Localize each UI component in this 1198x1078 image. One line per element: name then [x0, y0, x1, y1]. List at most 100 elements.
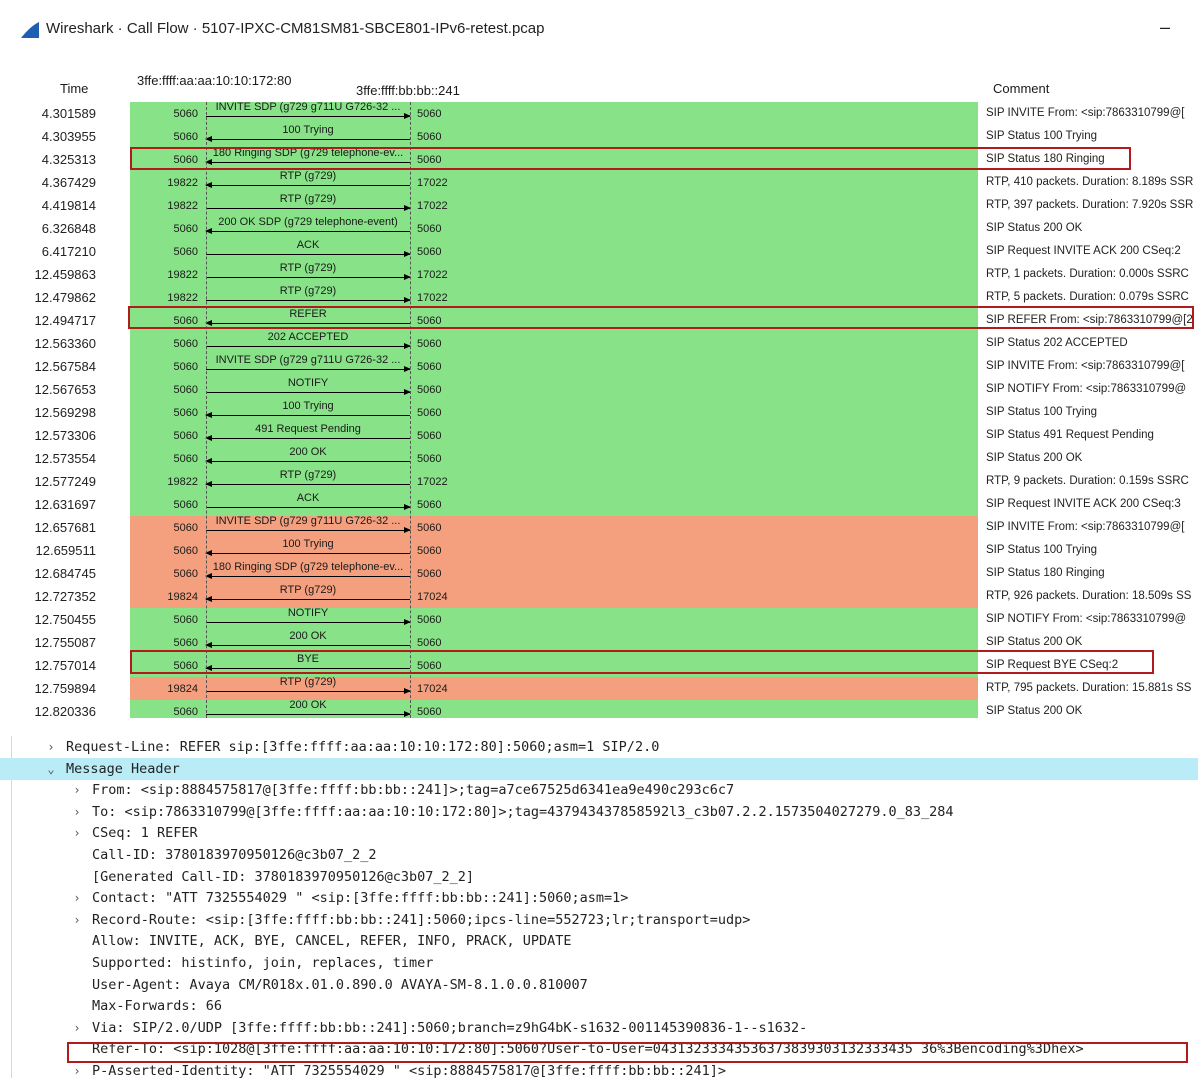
- flow-row[interactable]: 12.820336 5060 5060 200 OK SIP Status 200 OK: [0, 699, 1198, 718]
- detail-row[interactable]: Allow: INVITE, ACK, BYE, CANCEL, REFER, …: [0, 930, 1198, 952]
- message-label: RTP (g729): [279, 584, 337, 596]
- detail-row[interactable]: › To: <sip:7863310799@[3ffe:ffff:aa:aa:10…: [0, 801, 1198, 823]
- flow-row[interactable]: 12.631697 5060 5060 ACK SIP Request INVITE A…: [0, 492, 1198, 516]
- arrow-right: [206, 113, 411, 119]
- detail-row[interactable]: Call-ID: 3780183970950126@c3b07_2_2: [0, 844, 1198, 866]
- flow-header: Time 3ffe:ffff:aa:aa:10:10:172:80 3ffe:f…: [0, 62, 1198, 102]
- flow-row[interactable]: 12.684745 5060 5060 180 Ringing SDP (g729 t…: [0, 561, 1198, 585]
- flow-row[interactable]: 12.459863 19822 17022 RTP (g729) RTP, 1 pack…: [0, 262, 1198, 286]
- arrow-right: [206, 688, 411, 694]
- arrow-right: [206, 711, 411, 717]
- message-label: 100 Trying: [282, 124, 334, 136]
- flow-row[interactable]: 12.577249 19822 17022 RTP (g729) RTP, 9 pack…: [0, 469, 1198, 493]
- message-label: NOTIFY: [287, 607, 329, 619]
- flow-comment: RTP, 5 packets. Duration: 0.079s SSRC: [986, 291, 1189, 303]
- port-node-a: 5060: [173, 131, 198, 143]
- detail-row[interactable]: User-Agent: Avaya CM/R018x.01.0.890.0 AV…: [0, 974, 1198, 996]
- packet-details-pane[interactable]: › Request-Line: REFER sip:[3ffe:ffff:aa:a…: [0, 736, 1198, 1078]
- flow-comment: SIP Status 202 ACCEPTED: [986, 337, 1128, 349]
- port-node-b: 17022: [417, 177, 448, 189]
- port-node-b: 17022: [417, 269, 448, 281]
- flow-row[interactable]: 12.573554 5060 5060 200 OK SIP Status 200 OK: [0, 446, 1198, 470]
- flow-row[interactable]: 12.563360 5060 5060 202 ACCEPTED SIP Status …: [0, 331, 1198, 355]
- flow-comment: SIP Status 200 OK: [986, 222, 1083, 234]
- wireshark-fin-icon: [21, 22, 39, 38]
- expand-chevron-icon[interactable]: ›: [70, 1017, 84, 1039]
- arrow-left: [205, 182, 410, 188]
- port-node-a: 5060: [173, 614, 198, 626]
- flow-row[interactable]: 12.757014 5060 5060 BYE SIP Request BYE CSeq…: [0, 653, 1198, 677]
- flow-row[interactable]: 12.657681 5060 5060 INVITE SDP (g729 g711U …: [0, 515, 1198, 539]
- minimize-button[interactable]: –: [1154, 16, 1176, 38]
- detail-row[interactable]: ⌄ Message Header: [0, 757, 1198, 780]
- flow-row[interactable]: 12.479862 19822 17022 RTP (g729) RTP, 5 pack…: [0, 285, 1198, 309]
- arrow-left: [205, 665, 410, 671]
- flow-row[interactable]: 12.759894 19824 17024 RTP (g729) RTP, 795 pa…: [0, 676, 1198, 700]
- call-flow-graph[interactable]: Time 3ffe:ffff:aa:aa:10:10:172:80 3ffe:f…: [0, 62, 1198, 718]
- detail-row[interactable]: › From: <sip:8884575817@[3ffe:ffff:bb:bb:…: [0, 779, 1198, 801]
- detail-row[interactable]: [Generated Call-ID: 3780183970950126@c3b…: [0, 866, 1198, 888]
- flow-row[interactable]: 12.494717 5060 5060 REFER SIP REFER From: <s…: [0, 308, 1198, 332]
- expand-chevron-icon[interactable]: ›: [70, 1060, 84, 1078]
- port-node-b: 5060: [417, 154, 442, 166]
- port-node-a: 5060: [173, 660, 198, 672]
- detail-row[interactable]: Supported: histinfo, join, replaces, tim…: [0, 952, 1198, 974]
- message-label: REFER: [289, 308, 327, 320]
- flow-row[interactable]: 4.303955 5060 5060 100 Trying SIP Status 100…: [0, 124, 1198, 148]
- expand-chevron-icon[interactable]: ›: [70, 801, 84, 823]
- expand-chevron-icon[interactable]: ›: [70, 909, 84, 931]
- detail-row[interactable]: Refer-To: <sip:1028@[3ffe:ffff:aa:aa:10:…: [0, 1038, 1198, 1060]
- arrow-right: [206, 366, 411, 372]
- arrow-left: [205, 642, 410, 648]
- detail-row[interactable]: › Request-Line: REFER sip:[3ffe:ffff:aa:a…: [0, 736, 1198, 758]
- flow-row[interactable]: 12.573306 5060 5060 491 Request Pending SIP …: [0, 423, 1198, 447]
- flow-row[interactable]: 12.569298 5060 5060 100 Trying SIP Status 10…: [0, 400, 1198, 424]
- port-node-a: 5060: [173, 568, 198, 580]
- message-label: 180 Ringing SDP (g729 telephone-ev...: [212, 147, 404, 159]
- expand-chevron-icon[interactable]: ›: [70, 822, 84, 844]
- port-node-a: 5060: [173, 545, 198, 557]
- arrow-right: [206, 504, 411, 510]
- flow-comment: SIP NOTIFY From: <sip:7863310799@: [986, 613, 1187, 625]
- flow-time: 12.684745: [34, 566, 96, 581]
- detail-row[interactable]: › Contact: "ATT 7325554029 " <sip:[3ffe:f…: [0, 887, 1198, 909]
- port-node-b: 5060: [417, 453, 442, 465]
- detail-row[interactable]: Max-Forwards: 66: [0, 995, 1198, 1017]
- detail-text: Contact: "ATT 7325554029 " <sip:[3ffe:ff…: [92, 890, 629, 907]
- port-node-b: 17022: [417, 292, 448, 304]
- detail-row[interactable]: › Record-Route: <sip:[3ffe:ffff:bb:bb::24…: [0, 909, 1198, 931]
- flow-row[interactable]: 12.567653 5060 5060 NOTIFY SIP NOTIFY From: …: [0, 377, 1198, 401]
- flow-row[interactable]: 12.659511 5060 5060 100 Trying SIP Status 10…: [0, 538, 1198, 562]
- flow-row[interactable]: 12.567584 5060 5060 INVITE SDP (g729 g711U …: [0, 354, 1198, 378]
- collapse-chevron-icon[interactable]: ⌄: [44, 758, 58, 780]
- message-label: RTP (g729): [279, 285, 337, 297]
- port-node-a: 5060: [173, 453, 198, 465]
- flow-row[interactable]: 6.326848 5060 5060 200 OK SDP (g729 telepho…: [0, 216, 1198, 240]
- detail-row[interactable]: › P-Asserted-Identity: "ATT 7325554029 " …: [0, 1060, 1198, 1078]
- flow-row[interactable]: 4.419814 19822 17022 RTP (g729) RTP, 397 pac…: [0, 193, 1198, 217]
- flow-row[interactable]: 4.367429 19822 17022 RTP (g729) RTP, 410 pac…: [0, 170, 1198, 194]
- flow-row[interactable]: 4.301589 5060 5060 INVITE SDP (g729 g711U G…: [0, 101, 1198, 125]
- arrow-left: [205, 435, 410, 441]
- flow-row[interactable]: 12.755087 5060 5060 200 OK SIP Status 200 OK: [0, 630, 1198, 654]
- message-label: ACK: [296, 492, 320, 504]
- flow-row[interactable]: 4.325313 5060 5060 180 Ringing SDP (g729 te…: [0, 147, 1198, 171]
- flow-row[interactable]: 12.750455 5060 5060 NOTIFY SIP NOTIFY From: …: [0, 607, 1198, 631]
- flow-comment: SIP Status 180 Ringing: [986, 567, 1105, 579]
- flow-row[interactable]: 6.417210 5060 5060 ACK SIP Request INVITE AC…: [0, 239, 1198, 263]
- port-node-b: 5060: [417, 108, 442, 120]
- arrow-left: [205, 596, 410, 602]
- flow-row[interactable]: 12.727352 19824 17024 RTP (g729) RTP, 926 pa…: [0, 584, 1198, 608]
- message-label: RTP (g729): [279, 469, 337, 481]
- detail-row[interactable]: › CSeq: 1 REFER: [0, 822, 1198, 844]
- expand-chevron-icon[interactable]: ›: [44, 736, 58, 758]
- detail-row[interactable]: › Via: SIP/2.0/UDP [3ffe:ffff:bb:bb::241]…: [0, 1017, 1198, 1039]
- expand-chevron-icon[interactable]: ›: [70, 779, 84, 801]
- flow-comment: SIP Status 100 Trying: [986, 406, 1098, 418]
- expand-chevron-icon[interactable]: ›: [70, 887, 84, 909]
- arrow-right: [206, 619, 411, 625]
- arrow-right: [206, 389, 411, 395]
- port-node-b: 5060: [417, 407, 442, 419]
- flow-time: 4.303955: [41, 129, 96, 144]
- message-label: 100 Trying: [282, 400, 334, 412]
